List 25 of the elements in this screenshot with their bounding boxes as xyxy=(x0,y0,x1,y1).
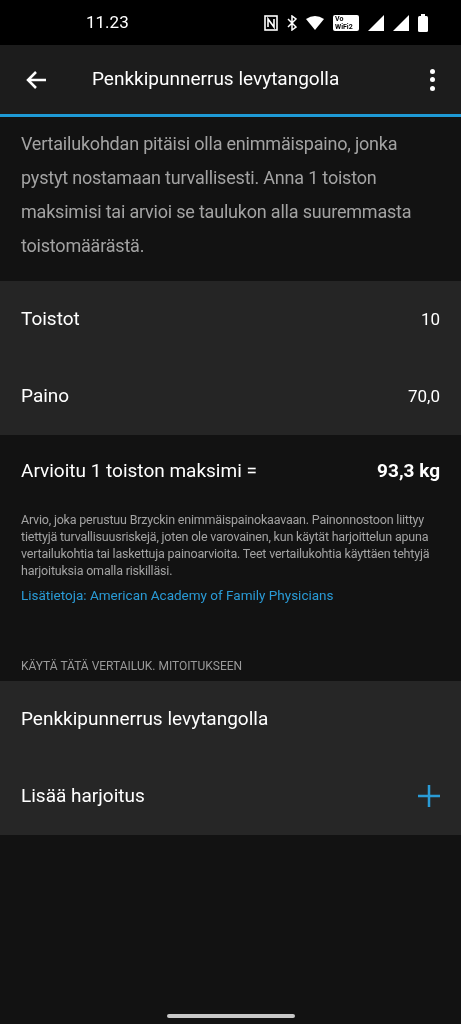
input-value: 10 xyxy=(420,307,440,331)
input-value: 70,0 xyxy=(408,384,440,408)
input-label: Paino xyxy=(21,383,70,410)
row-label: Lisää harjoitus xyxy=(21,783,145,809)
screen-title: Penkkipunnerrus levytangolla xyxy=(92,66,341,93)
bluetooth-icon xyxy=(287,14,297,31)
info-link[interactable]: Lisätietoja: American Academy of Family Physicians xyxy=(0,578,355,605)
add-exercise-row[interactable]: Lisää harjoitus xyxy=(0,757,461,835)
disclaimer-text: Arvio, joka perustuu Brzyckin enimmäispainokaavaan. Painonnostoon liittyy tiettyjä turvallisuusriskejä, joten ole varovainen, kun käytät harjoittelun apuna vertailukohtia tai laskettuja painoarvioita. Teet vertailukohtia käyttäen tehtyjä harjoituksia omalla riskilläsi. xyxy=(20,510,431,579)
signal-icon xyxy=(368,14,384,31)
section-header: KÄYTÄ TÄTÄ VERTAILUK. MITOITUKSEEN xyxy=(20,657,244,675)
signal-icon xyxy=(393,14,409,31)
row-label: Penkkipunnerrus levytangolla xyxy=(21,706,269,732)
input-label: Toistot xyxy=(21,306,80,333)
nfc-icon xyxy=(264,14,278,31)
status-time: 11.23 xyxy=(86,10,129,34)
estimate-value: 93,3 kg xyxy=(377,458,440,484)
intro-text: Vertailukohdan pitäisi olla enimmäispaino, jonka pystyt nostamaan turvallisesti. Anna 1 toiston maksimisi tai arvioi se taulukon alla suuremmasta toistomäärästä. xyxy=(20,132,413,258)
estimate-label: Arvioitu 1 toiston maksimi = xyxy=(21,458,257,484)
input-row[interactable]: Toistot 10 xyxy=(0,281,461,358)
exercise-row[interactable]: Penkkipunnerrus levytangolla xyxy=(0,680,461,758)
input-row[interactable]: Paino 70,0 xyxy=(0,358,461,435)
add-icon xyxy=(418,785,440,808)
battery-icon xyxy=(418,13,428,32)
wifi-icon xyxy=(306,15,324,30)
